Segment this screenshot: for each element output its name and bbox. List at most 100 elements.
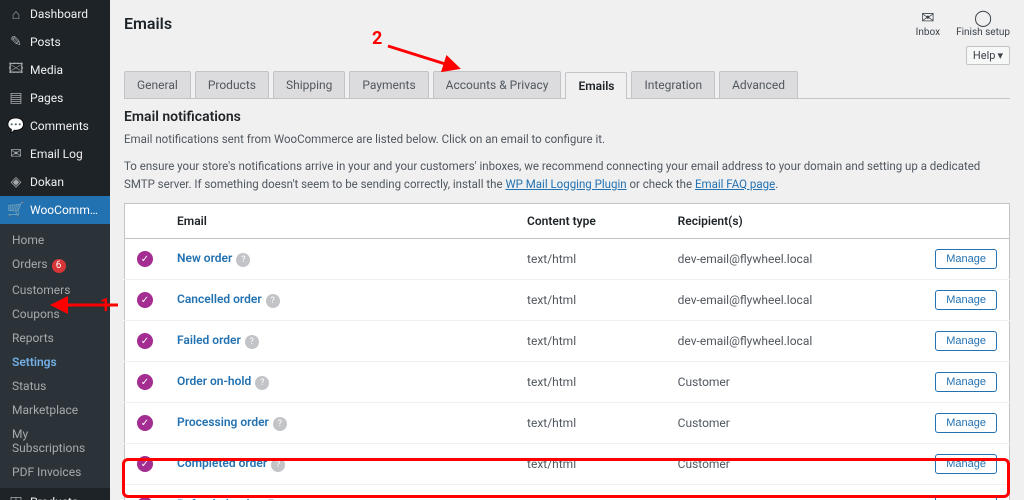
manage-button[interactable]: Manage [935, 372, 997, 392]
sidebar-item-comments[interactable]: 💬Comments [0, 112, 110, 140]
page-title: Emails [124, 14, 172, 33]
sidebar-item-posts[interactable]: ✎Posts [0, 28, 110, 56]
email-link[interactable]: Order on-hold [177, 374, 251, 388]
manage-button[interactable]: Manage [935, 495, 997, 500]
email-link[interactable]: New order [177, 251, 232, 265]
sidebar-item-dashboard[interactable]: ⌂Dashboard [0, 0, 110, 28]
section-desc-1: Email notifications sent from WooCommerc… [124, 131, 1010, 148]
manage-button[interactable]: Manage [935, 454, 997, 474]
section-heading: Email notifications [124, 109, 1010, 125]
table-row: ✓Cancelled order?text/htmldev-email@flyw… [125, 279, 1010, 320]
section-desc-2: To ensure your store's notifications arr… [124, 158, 1010, 193]
tab-payments[interactable]: Payments [349, 71, 428, 98]
table-row: ✓ Processing order? text/htmlCustomer Manag… [125, 402, 1010, 443]
help-tip-icon[interactable]: ? [271, 458, 285, 472]
status-enabled-icon: ✓ [137, 251, 153, 267]
help-tip-icon[interactable]: ? [255, 376, 269, 390]
tab-integration[interactable]: Integration [631, 71, 715, 98]
comments-icon: 💬 [8, 118, 24, 134]
col-manage [923, 203, 1009, 238]
wp-mail-logging-link[interactable]: WP Mail Logging Plugin [505, 177, 626, 191]
tab-emails[interactable]: Emails [565, 72, 627, 99]
chevron-down-icon: ▾ [997, 49, 1003, 62]
email-notifications-table: Email Content type Recipient(s) ✓ New ord… [124, 203, 1010, 500]
dokan-icon: ◈ [8, 174, 24, 190]
main-panel: Emails ✉Inbox ◯Finish setup Help▾ Genera… [110, 0, 1024, 500]
status-enabled-icon: ✓ [137, 374, 153, 390]
email-link[interactable]: Processing order [177, 415, 269, 429]
submenu-home[interactable]: Home [0, 228, 110, 252]
status-enabled-icon: ✓ [137, 333, 153, 349]
content-type: text/html [515, 484, 666, 500]
sidebar-item-products[interactable]: ◫Products [0, 488, 110, 500]
content-type: text/html [515, 402, 666, 443]
content-type: text/html [515, 443, 666, 484]
submenu-settings[interactable]: Settings [0, 350, 110, 374]
submenu-reports[interactable]: Reports [0, 326, 110, 350]
email-link[interactable]: Failed order [177, 333, 241, 347]
recipients: Customer [666, 361, 924, 402]
manage-button[interactable]: Manage [935, 413, 997, 433]
status-enabled-icon: ✓ [137, 292, 153, 308]
sidebar-item-media[interactable]: 🖾Media [0, 56, 110, 84]
recipients: dev-email@flywheel.local [666, 238, 924, 279]
sidebar-item-dokan[interactable]: ◈Dokan [0, 168, 110, 196]
help-tip-icon[interactable]: ? [266, 294, 280, 308]
help-tip-icon[interactable]: ? [236, 253, 250, 267]
recipients: Customer [666, 402, 924, 443]
help-dropdown[interactable]: Help▾ [966, 46, 1010, 65]
table-row: ✓ Failed order? text/htmldev-email@flywhee… [125, 320, 1010, 361]
tab-accounts-privacy[interactable]: Accounts & Privacy [433, 71, 562, 98]
table-row: ✓ Order on-hold? text/htmlCustomer Manage [125, 361, 1010, 402]
products-icon: ◫ [8, 494, 24, 500]
dashboard-icon: ⌂ [8, 6, 24, 22]
sidebar-item-pages[interactable]: ▤Pages [0, 84, 110, 112]
table-row: ✓ Completed order? text/htmlCustomer Manage [125, 443, 1010, 484]
recipients: Customer [666, 443, 924, 484]
email-faq-link[interactable]: Email FAQ page [695, 177, 775, 191]
email-link[interactable]: Cancelled order [177, 292, 262, 306]
submenu-coupons[interactable]: Coupons [0, 302, 110, 326]
recipients: Customer [666, 484, 924, 500]
sidebar-item-email-log[interactable]: ✉Email Log [0, 140, 110, 168]
table-row: ✓Refunded order?text/htmlCustomerManage [125, 484, 1010, 500]
finish-setup-button[interactable]: ◯Finish setup [956, 8, 1010, 38]
tab-shipping[interactable]: Shipping [273, 71, 345, 98]
content-type: text/html [515, 238, 666, 279]
submenu-status[interactable]: Status [0, 374, 110, 398]
pages-icon: ▤ [8, 90, 24, 106]
tab-advanced[interactable]: Advanced [719, 71, 798, 98]
submenu-pdf-invoices[interactable]: PDF Invoices [0, 460, 110, 484]
submenu-my-subscriptions[interactable]: My Subscriptions [0, 422, 110, 460]
col-content: Content type [515, 203, 666, 238]
inbox-icon: ✉ [916, 8, 940, 27]
sidebar-item-woocommerce[interactable]: 🛒WooCommerce [0, 196, 110, 224]
manage-button[interactable]: Manage [935, 331, 997, 351]
tab-products[interactable]: Products [195, 71, 269, 98]
submenu-marketplace[interactable]: Marketplace [0, 398, 110, 422]
recipients: dev-email@flywheel.local [666, 320, 924, 361]
help-tip-icon[interactable]: ? [273, 417, 287, 431]
manage-button[interactable]: Manage [935, 290, 997, 310]
topbar: Emails ✉Inbox ◯Finish setup [110, 0, 1024, 46]
table-row: ✓ New order? text/htmldev-email@flywheel.l… [125, 238, 1010, 279]
content-type: text/html [515, 320, 666, 361]
recipients: dev-email@flywheel.local [666, 279, 924, 320]
col-recipients: Recipient(s) [666, 203, 924, 238]
tab-general[interactable]: General [124, 71, 191, 98]
col-email: Email [165, 203, 515, 238]
email-log-icon: ✉ [8, 146, 24, 162]
media-icon: 🖾 [8, 62, 24, 78]
status-enabled-icon: ✓ [137, 415, 153, 431]
submenu-orders[interactable]: Orders6 [0, 252, 110, 278]
status-enabled-icon: ✓ [137, 456, 153, 472]
inbox-button[interactable]: ✉Inbox [916, 8, 940, 38]
content-type: text/html [515, 361, 666, 402]
admin-sidebar: ⌂Dashboard✎Posts🖾Media▤Pages💬Comments✉Em… [0, 0, 110, 500]
help-tip-icon[interactable]: ? [245, 335, 259, 349]
posts-icon: ✎ [8, 34, 24, 50]
submenu-customers[interactable]: Customers [0, 278, 110, 302]
manage-button[interactable]: Manage [935, 249, 997, 269]
email-link[interactable]: Completed order [177, 456, 267, 470]
sidebar-submenu: HomeOrders6CustomersCouponsReportsSettin… [0, 224, 110, 488]
